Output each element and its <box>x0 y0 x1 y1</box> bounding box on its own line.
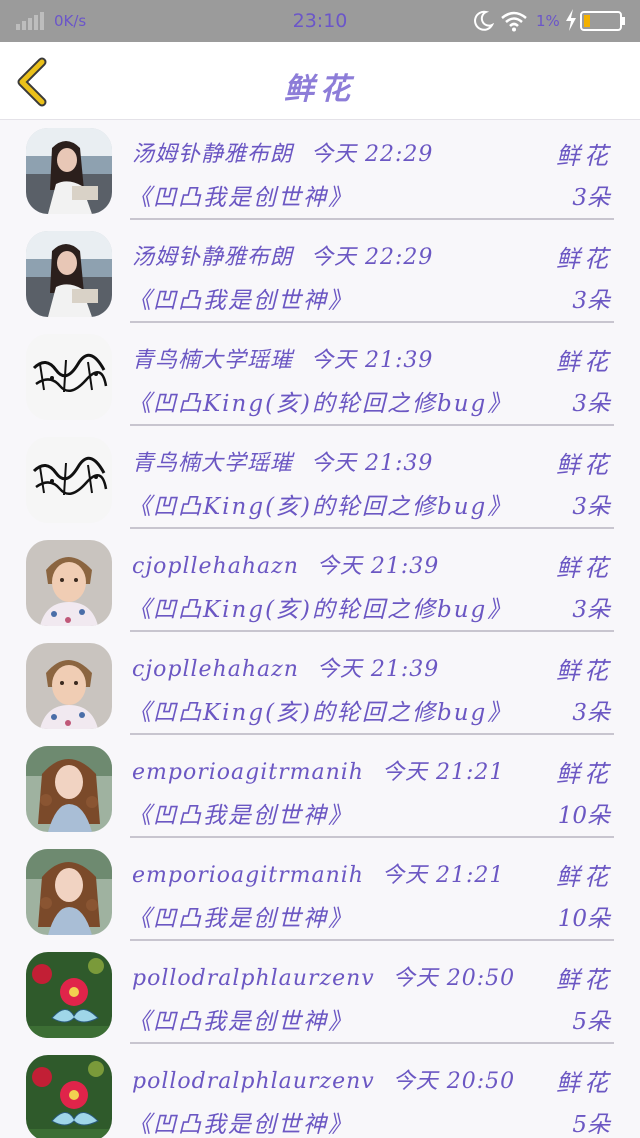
list-item-body: emporioagitrmanih 今天 21:21 鲜花《凹凸我是创世神》 10朵 <box>128 841 614 941</box>
flower-gift-list[interactable]: 汤姆钋静雅布朗 今天 22:29 鲜花 《凹凸我是创世神》 3朵 汤姆钋静雅布朗 今天 22… <box>0 120 640 1138</box>
gift-type: 鲜花 <box>556 348 612 376</box>
list-item-body: 汤姆钋静雅布朗 今天 22:29 鲜花《凹凸我是创世神》 3朵 <box>128 223 614 323</box>
battery-percent: 1% <box>536 12 560 30</box>
avatar[interactable] <box>26 952 112 1038</box>
sender-name[interactable]: cjopllehahazn <box>132 554 299 579</box>
gift-type: 鲜花 <box>556 1069 612 1097</box>
sender-line: 汤姆钋静雅布朗 今天 22:29 <box>132 136 433 168</box>
gift-type: 鲜花 <box>556 657 612 685</box>
list-item-body: pollodralphlaurzenv 今天 20:50 鲜花《凹凸我是创世神》 5朵 <box>128 1047 614 1138</box>
gift-time: 今天 20:50 <box>392 966 516 991</box>
sender-line: pollodralphlaurzenv 今天 20:50 <box>132 1063 515 1095</box>
sender-line: cjopllehahazn 今天 21:39 <box>132 548 439 580</box>
sender-name[interactable]: 青鸟楠大学瑶璀 <box>132 451 293 476</box>
list-item[interactable]: cjopllehahazn 今天 21:39 鲜花《凹凸King(亥)的轮回之修bu… <box>0 635 640 738</box>
gift-type: 鲜花 <box>556 142 612 170</box>
list-item[interactable]: 青鸟楠大学瑶璀 今天 21:39 鲜花《凹凸King(亥)的轮回之修bug》 3朵 <box>0 326 640 429</box>
gift-time: 今天 22:29 <box>311 245 434 270</box>
flower-count: 5朵 <box>572 1112 610 1138</box>
avatar[interactable] <box>26 540 112 626</box>
gift-type: 鲜花 <box>556 451 612 479</box>
gift-type: 鲜花 <box>556 245 612 273</box>
sender-line: pollodralphlaurzenv 今天 20:50 <box>132 960 515 992</box>
list-item[interactable]: cjopllehahazn 今天 21:39 鲜花《凹凸King(亥)的轮回之修bu… <box>0 532 640 635</box>
list-item[interactable]: 汤姆钋静雅布朗 今天 22:29 鲜花《凹凸我是创世神》 3朵 <box>0 120 640 223</box>
gift-time: 今天 20:50 <box>392 1069 516 1094</box>
avatar[interactable] <box>26 849 112 935</box>
sender-name[interactable]: emporioagitrmanih <box>132 863 364 888</box>
battery-icon <box>580 11 625 31</box>
novel-title[interactable]: 《凹凸我是创世神》 <box>128 796 353 830</box>
avatar[interactable] <box>26 437 112 523</box>
title-bar: 鲜花 <box>0 42 640 120</box>
sender-line: emporioagitrmanih 今天 21:21 <box>132 857 504 889</box>
gift-type: 鲜花 <box>556 966 612 994</box>
novel-title[interactable]: 《凹凸我是创世神》 <box>128 899 353 933</box>
flower-count: 3朵 <box>572 597 610 623</box>
gift-time: 今天 21:39 <box>316 554 440 579</box>
sender-line: 青鸟楠大学瑶璀 今天 21:39 <box>132 342 433 374</box>
list-item-body: pollodralphlaurzenv 今天 20:50 鲜花《凹凸我是创世神》 5朵 <box>128 944 614 1044</box>
novel-title[interactable]: 《凹凸我是创世神》 <box>128 1105 353 1138</box>
gift-time: 今天 21:21 <box>381 760 505 785</box>
list-item-body: cjopllehahazn 今天 21:39 鲜花《凹凸King(亥)的轮回之修bu… <box>128 635 614 735</box>
sender-name[interactable]: pollodralphlaurzenv <box>132 966 375 991</box>
sender-line: 青鸟楠大学瑶璀 今天 21:39 <box>132 445 433 477</box>
flower-count: 3朵 <box>572 185 610 211</box>
avatar[interactable] <box>26 1055 112 1138</box>
gift-time: 今天 21:39 <box>311 451 434 476</box>
list-item[interactable]: 汤姆钋静雅布朗 今天 22:29 鲜花《凹凸我是创世神》 3朵 <box>0 223 640 326</box>
novel-title[interactable]: 《凹凸King(亥)的轮回之修bug》 <box>128 590 512 624</box>
sender-name[interactable]: 青鸟楠大学瑶璀 <box>132 348 293 373</box>
moon-icon <box>474 10 494 31</box>
sender-name[interactable]: 汤姆钋静雅布朗 <box>132 142 293 167</box>
list-item[interactable]: pollodralphlaurzenv 今天 20:50 鲜花《凹凸我是创世神》 5朵 <box>0 944 640 1047</box>
avatar[interactable] <box>26 643 112 729</box>
status-bar: 0K/s 23:10 1% <box>0 0 640 42</box>
list-item-body: emporioagitrmanih 今天 21:21 鲜花《凹凸我是创世神》 10朵 <box>128 738 614 838</box>
gift-time: 今天 21:39 <box>311 348 434 373</box>
sender-line: cjopllehahazn 今天 21:39 <box>132 651 439 683</box>
sender-name[interactable]: pollodralphlaurzenv <box>132 1069 375 1094</box>
avatar[interactable] <box>26 746 112 832</box>
sender-line: emporioagitrmanih 今天 21:21 <box>132 754 504 786</box>
page-title: 鲜花 <box>284 72 356 107</box>
novel-title[interactable]: 《凹凸King(亥)的轮回之修bug》 <box>128 693 512 727</box>
list-item[interactable]: emporioagitrmanih 今天 21:21 鲜花《凹凸我是创世神》 10朵 <box>0 738 640 841</box>
novel-title[interactable]: 《凹凸我是创世神》 <box>128 1002 353 1036</box>
gift-type: 鲜花 <box>556 760 612 788</box>
flower-count: 3朵 <box>572 700 610 726</box>
sender-name[interactable]: cjopllehahazn <box>132 657 299 682</box>
list-item-body: 汤姆钋静雅布朗 今天 22:29 鲜花《凹凸我是创世神》 3朵 <box>128 120 614 220</box>
wifi-icon <box>501 11 527 32</box>
gift-time: 今天 21:39 <box>316 657 440 682</box>
sender-line: 汤姆钋静雅布朗 今天 22:29 <box>132 239 433 271</box>
list-item[interactable]: 青鸟楠大学瑶璀 今天 21:39 鲜花《凹凸King(亥)的轮回之修bug》 3朵 <box>0 429 640 532</box>
list-item[interactable]: emporioagitrmanih 今天 21:21 鲜花《凹凸我是创世神》 10朵 <box>0 841 640 944</box>
gift-type: 鲜花 <box>556 863 612 891</box>
flower-count: 3朵 <box>572 288 610 314</box>
flower-count: 10朵 <box>557 803 610 829</box>
flower-count: 10朵 <box>557 906 610 932</box>
list-item-body: 青鸟楠大学瑶璀 今天 21:39 鲜花《凹凸King(亥)的轮回之修bug》 3朵 <box>128 429 614 529</box>
avatar[interactable] <box>26 334 112 420</box>
charging-bolt-icon <box>566 9 576 31</box>
flower-count: 5朵 <box>572 1009 610 1035</box>
list-item-body: cjopllehahazn 今天 21:39 鲜花《凹凸King(亥)的轮回之修bu… <box>128 532 614 632</box>
flower-count: 3朵 <box>572 494 610 520</box>
gift-type: 鲜花 <box>556 554 612 582</box>
novel-title[interactable]: 《凹凸我是创世神》 <box>128 281 353 315</box>
gift-time: 今天 21:21 <box>381 863 505 888</box>
avatar[interactable] <box>26 231 112 317</box>
list-item-body: 青鸟楠大学瑶璀 今天 21:39 鲜花《凹凸King(亥)的轮回之修bug》 3朵 <box>128 326 614 426</box>
avatar[interactable] <box>26 128 112 214</box>
flower-count: 3朵 <box>572 391 610 417</box>
novel-title[interactable]: 《凹凸King(亥)的轮回之修bug》 <box>128 487 512 521</box>
novel-title[interactable]: 《凹凸King(亥)的轮回之修bug》 <box>128 384 512 418</box>
sender-name[interactable]: emporioagitrmanih <box>132 760 364 785</box>
novel-title[interactable]: 《凹凸我是创世神》 <box>128 178 353 212</box>
list-item[interactable]: pollodralphlaurzenv 今天 20:50 鲜花《凹凸我是创世神》 5朵 <box>0 1047 640 1138</box>
sender-name[interactable]: 汤姆钋静雅布朗 <box>132 245 293 270</box>
gift-time: 今天 22:29 <box>311 142 434 167</box>
